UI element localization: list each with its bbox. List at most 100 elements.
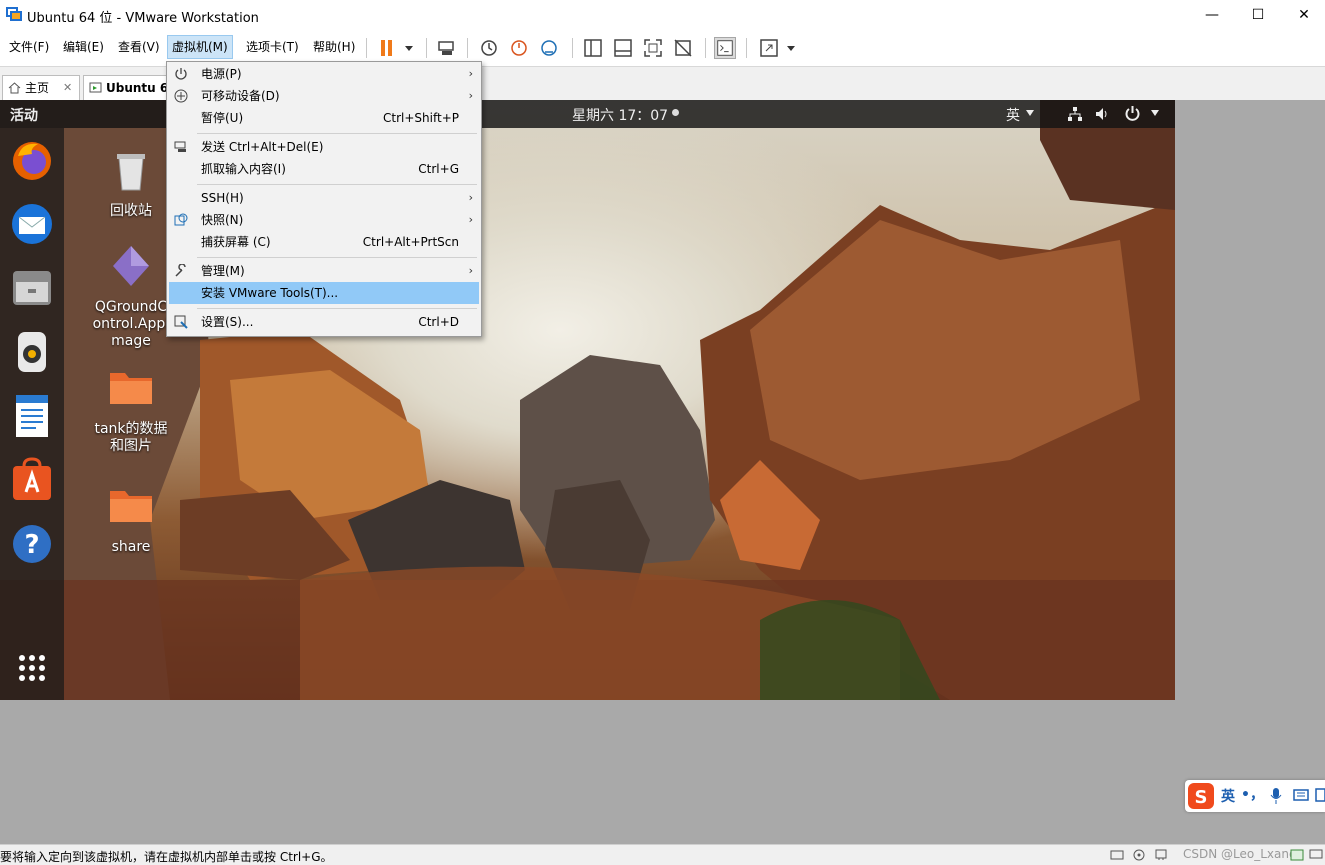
vm-dropdown-menu: 电源(P) › 可移动设备(D) › 暂停(U) Ctrl+Shift+P 发送… [166,61,482,337]
window-title: Ubuntu 64 位 - VMware Workstation [27,11,259,26]
ime-punctuation[interactable]: •， [1241,784,1264,804]
display-icon[interactable] [1309,849,1323,861]
volume-icon[interactable] [1094,106,1110,122]
menu-item-send-ctrl-alt-del[interactable]: 发送 Ctrl+Alt+Del(E) [169,136,479,158]
menu-edit[interactable]: 编辑(E) [59,35,108,59]
power-icon[interactable] [1124,105,1141,122]
rhythmbox-icon[interactable] [8,328,56,376]
send-keys-icon[interactable] [436,37,458,59]
menu-item-label: 可移动设备(D) [201,89,280,103]
desktop-icon-label: tank的数据和图片 [94,421,168,454]
microphone-icon[interactable] [1269,787,1283,805]
network-icon[interactable] [1067,106,1083,122]
toolbar-separator [705,38,706,58]
menu-item-settings[interactable]: 设置(S)... Ctrl+D [169,311,479,333]
menu-item-label: 抓取输入内容(I) [201,162,286,176]
activities-button[interactable]: 活动 [10,105,38,125]
menu-item-shortcut: Ctrl+G [418,162,459,176]
menu-item-pause[interactable]: 暂停(U) Ctrl+Shift+P [169,107,479,129]
chevron-down-icon[interactable] [1025,109,1035,117]
toolbar-separator [572,38,573,58]
keyboard-icon[interactable] [1293,789,1309,801]
settings-icon [174,315,188,329]
ime-toolbar[interactable]: S 英 •， [1185,780,1325,812]
writer-icon[interactable] [8,392,56,440]
toolbar-separator [467,38,468,58]
submenu-arrow-icon: › [468,89,473,102]
menu-vm[interactable]: 虚拟机(M) [167,35,233,59]
desktop-icon-folder-tank[interactable]: tank的数据和图片 [91,364,171,455]
help-icon[interactable]: ? [8,520,56,568]
firefox-icon[interactable] [8,136,56,184]
thunderbird-icon[interactable] [8,200,56,248]
menu-item-power[interactable]: 电源(P) › [169,63,479,85]
chevron-down-icon[interactable] [398,37,420,59]
revert-snapshot-icon[interactable] [508,37,530,59]
menu-item-label: 发送 Ctrl+Alt+Del(E) [201,140,324,154]
menu-item-manage[interactable]: 管理(M) › [169,260,479,282]
sogou-logo-icon: S [1188,783,1214,809]
menu-separator [197,257,477,258]
clock[interactable]: 星期六 17：07 [572,105,668,125]
notification-dot-icon [672,109,679,116]
chevron-down-icon[interactable] [780,37,802,59]
maximize-button[interactable]: ☐ [1235,0,1281,30]
minimize-button[interactable]: — [1189,0,1235,30]
menu-item-ssh[interactable]: SSH(H) › [169,187,479,209]
network-adapter-icon[interactable] [1154,849,1168,861]
home-icon [8,82,21,94]
ime-menu-icon[interactable] [1315,788,1325,802]
menu-item-label: 快照(N) [201,213,244,227]
tab-close-button[interactable]: ✕ [63,76,72,100]
desktop-icon-appimage[interactable]: QGroundControl.AppImage [91,242,171,350]
cd-rom-icon[interactable] [1132,849,1146,861]
wrench-icon [175,264,186,277]
menu-item-shortcut: Ctrl+D [418,315,459,329]
desktop-icon-label: 回收站 [110,203,152,219]
software-center-icon[interactable] [8,456,56,504]
show-apps-icon[interactable] [8,644,56,692]
menu-item-capture-screen[interactable]: 捕获屏幕 (C) Ctrl+Alt+PrtScn [169,231,479,253]
menu-item-snapshot[interactable]: 快照(N) › [169,209,479,231]
menu-item-removable-devices[interactable]: 可移动设备(D) › [169,85,479,107]
menu-view[interactable]: 查看(V) [114,35,164,59]
trash-icon [117,154,145,191]
usb-icon[interactable] [1290,849,1304,861]
menu-tabs[interactable]: 选项卡(T) [242,35,303,59]
chevron-down-icon[interactable] [1150,109,1160,117]
hard-disk-icon[interactable] [1110,849,1124,861]
menu-file[interactable]: 文件(F) [5,35,53,59]
input-method-indicator[interactable]: 英 [1006,105,1020,125]
ime-language[interactable]: 英 [1221,786,1235,806]
menu-item-label: 捕获屏幕 (C) [201,235,271,249]
menu-separator [197,184,477,185]
menu-item-grab-input[interactable]: 抓取输入内容(I) Ctrl+G [169,158,479,180]
desktop-icon-trash[interactable]: 回收站 [91,146,171,220]
toolbar-separator [746,38,747,58]
close-button[interactable]: ✕ [1281,0,1325,30]
appimage-icon [113,246,149,286]
menu-help[interactable]: 帮助(H) [309,35,359,59]
tab-home[interactable]: 主页 ✕ [2,75,80,101]
snapshot-manager-icon[interactable] [538,37,560,59]
submenu-arrow-icon: › [468,264,473,277]
unity-mode-icon[interactable] [672,37,694,59]
stretch-icon[interactable] [758,37,780,59]
files-icon[interactable] [8,264,56,312]
desktop-icon-folder-share[interactable]: share [91,482,171,556]
power-icon [175,68,187,80]
submenu-arrow-icon: › [468,67,473,80]
toolbar-separator [366,38,367,58]
menu-item-install-vmware-tools[interactable]: 安装 VMware Tools(T)... [169,282,479,304]
sidebar-view-icon[interactable] [582,37,604,59]
submenu-arrow-icon: › [468,191,473,204]
fullscreen-icon[interactable] [642,37,664,59]
snapshot-icon[interactable] [478,37,500,59]
folder-icon [110,491,152,522]
snapshot-icon [174,213,188,226]
svg-text:?: ? [24,530,39,560]
pause-icon[interactable] [376,37,398,59]
tab-ubuntu[interactable]: Ubuntu 64 [83,75,178,101]
thumbnail-bar-icon[interactable] [612,37,634,59]
console-view-icon[interactable] [714,37,736,59]
